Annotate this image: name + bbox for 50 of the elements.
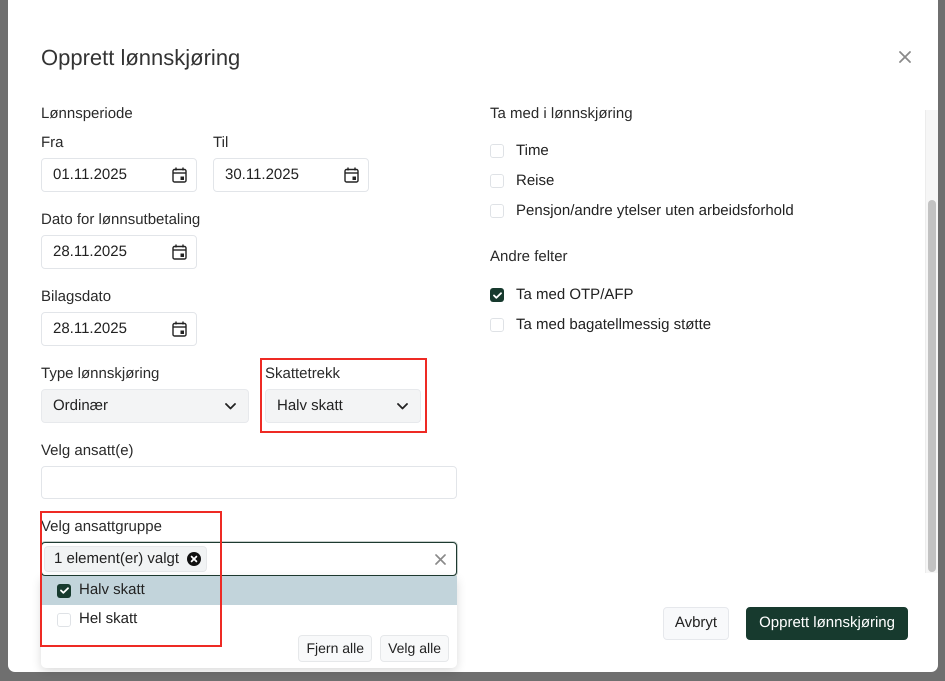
field-label: Type lønnskjøring <box>41 364 160 384</box>
clear-icon[interactable] <box>435 554 446 564</box>
field-label: Til <box>213 133 230 153</box>
checkbox[interactable] <box>490 204 504 218</box>
field-label: Fra <box>41 133 64 153</box>
remove-icon[interactable] <box>187 552 202 566</box>
calendar-icon[interactable] <box>172 321 187 337</box>
field-label: Andre felter <box>490 247 569 267</box>
checkbox-label: Pensjon/andre ytelser uten arbeidsforhold <box>516 200 794 221</box>
date-field[interactable]: 01.11.2025 <box>41 158 197 192</box>
checkbox[interactable] <box>490 144 504 158</box>
check-icon <box>492 292 502 298</box>
date-field[interactable]: 28.11.2025 <box>41 312 197 346</box>
chevron-down-icon[interactable] <box>397 402 408 410</box>
field-label: Skattetrekk <box>265 364 342 384</box>
checkbox[interactable] <box>490 288 504 302</box>
field-label: Bilagsdato <box>41 287 112 307</box>
select-field[interactable]: Halv skatt <box>265 389 421 423</box>
dropdown-action-button[interactable]: Velg alle <box>380 635 449 662</box>
field-label: Velg ansattgruppe <box>41 517 163 537</box>
input-field[interactable] <box>41 466 457 499</box>
check-icon <box>60 587 68 594</box>
calendar-icon[interactable] <box>344 167 359 183</box>
checkbox[interactable] <box>490 174 504 188</box>
calendar-icon[interactable] <box>172 244 187 260</box>
dialog-title: Opprett lønnskjøring <box>41 45 240 71</box>
field-label: Velg ansatt(e) <box>41 441 135 461</box>
field-label: Ta med i lønnskjøring <box>490 104 634 124</box>
scrollbar-thumb[interactable] <box>928 200 936 572</box>
select-field[interactable]: Ordinær <box>41 389 249 423</box>
multiselect-field[interactable]: 1 element(er) valgt <box>41 542 457 576</box>
checkbox[interactable] <box>57 584 71 598</box>
checkbox[interactable] <box>490 318 504 332</box>
field-label: Lønnsperiode <box>41 104 134 124</box>
close-icon[interactable] <box>899 51 911 63</box>
checkbox[interactable] <box>57 612 71 626</box>
dropdown-option[interactable]: Halv skatt <box>41 576 457 605</box>
checkbox-label: Reise <box>516 170 554 191</box>
selection-chip[interactable]: 1 element(er) valgt <box>44 546 208 572</box>
dropdown-action-button[interactable]: Fjern alle <box>298 635 372 662</box>
chevron-down-icon[interactable] <box>225 402 236 410</box>
calendar-icon[interactable] <box>172 167 187 183</box>
create-button[interactable]: Opprett lønnskjøring <box>746 607 908 640</box>
date-field[interactable]: 28.11.2025 <box>41 235 197 269</box>
cancel-button[interactable]: Avbryt <box>662 607 730 640</box>
field-label: Dato for lønnsutbetaling <box>41 210 202 230</box>
date-field[interactable]: 30.11.2025 <box>213 158 369 192</box>
checkbox-label: Ta med bagatellmessig støtte <box>516 314 712 335</box>
checkbox-label: Ta med OTP/AFP <box>516 284 634 305</box>
checkbox-label: Time <box>516 140 549 161</box>
